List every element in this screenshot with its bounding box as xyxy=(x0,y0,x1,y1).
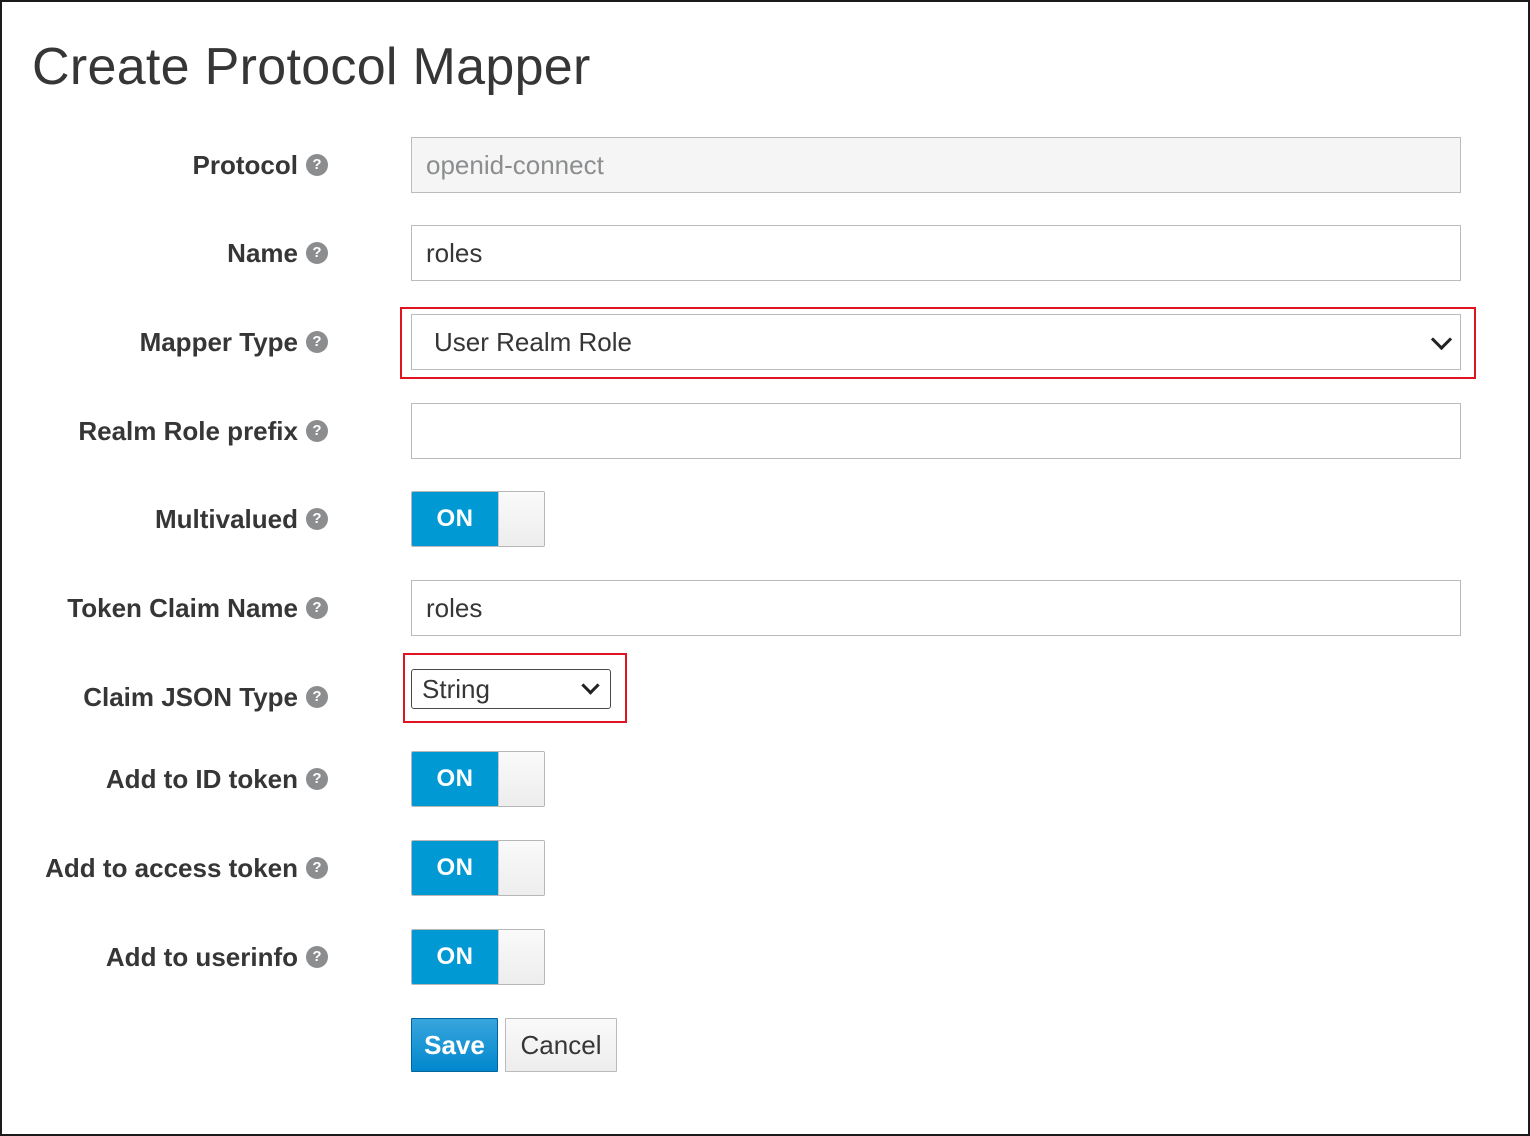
claim-json-type-select[interactable]: String xyxy=(411,669,611,709)
protocol-field: openid-connect xyxy=(411,137,1461,193)
protocol-label: Protocol xyxy=(192,149,298,180)
multivalued-toggle[interactable]: ON xyxy=(411,491,545,547)
save-button[interactable]: Save xyxy=(411,1018,498,1072)
add-to-userinfo-label-group: Add to userinfo ? xyxy=(106,929,328,985)
form-actions: Save Cancel xyxy=(2,1018,1528,1074)
claim-json-type-selected: String xyxy=(422,673,490,704)
add-to-id-token-toggle[interactable]: ON xyxy=(411,751,545,807)
name-row: Name ? roles xyxy=(2,225,1528,281)
help-icon[interactable]: ? xyxy=(306,420,328,442)
realm-role-prefix-row: Realm Role prefix ? xyxy=(2,403,1528,459)
realm-role-prefix-input[interactable] xyxy=(411,403,1461,459)
add-to-access-token-toggle[interactable]: ON xyxy=(411,840,545,896)
multivalued-label: Multivalued xyxy=(154,503,298,534)
add-to-access-token-label: Add to access token xyxy=(45,852,298,883)
chevron-down-icon xyxy=(1430,328,1453,351)
help-icon[interactable]: ? xyxy=(306,331,328,353)
help-icon[interactable]: ? xyxy=(306,242,328,264)
multivalued-row: Multivalued ? ON xyxy=(2,491,1528,547)
protocol-row: Protocol ? openid-connect xyxy=(2,137,1528,193)
toggle-knob xyxy=(498,492,544,546)
toggle-on-label: ON xyxy=(412,492,498,546)
add-to-userinfo-toggle[interactable]: ON xyxy=(411,929,545,985)
help-icon[interactable]: ? xyxy=(306,686,328,708)
add-to-id-token-label-group: Add to ID token ? xyxy=(106,751,328,807)
add-to-id-token-label: Add to ID token xyxy=(105,763,298,794)
toggle-on-label: ON xyxy=(412,841,498,895)
add-to-userinfo-row: Add to userinfo ? ON xyxy=(2,929,1528,985)
claim-json-type-label-group: Claim JSON Type ? xyxy=(83,669,328,725)
multivalued-label-group: Multivalued ? xyxy=(155,491,328,547)
mapper-type-label-group: Mapper Type ? xyxy=(140,314,328,370)
realm-role-prefix-label: Realm Role prefix xyxy=(78,415,298,446)
add-to-userinfo-label: Add to userinfo xyxy=(105,941,298,972)
toggle-knob xyxy=(498,841,544,895)
mapper-type-selected: User Realm Role xyxy=(434,326,632,357)
token-claim-name-label: Token Claim Name xyxy=(67,592,298,623)
help-icon[interactable]: ? xyxy=(306,768,328,790)
help-icon[interactable]: ? xyxy=(306,154,328,176)
toggle-knob xyxy=(498,930,544,984)
help-icon[interactable]: ? xyxy=(306,597,328,619)
mapper-type-select[interactable]: User Realm Role xyxy=(411,314,1461,370)
help-icon[interactable]: ? xyxy=(306,857,328,879)
claim-json-type-label: Claim JSON Type xyxy=(83,681,298,712)
claim-json-type-row: Claim JSON Type ? String xyxy=(2,669,1528,725)
chevron-down-icon xyxy=(581,676,600,695)
protocol-label-group: Protocol ? xyxy=(193,137,328,193)
mapper-type-label: Mapper Type xyxy=(139,326,298,357)
dialog-frame: Create Protocol Mapper Protocol ? openid… xyxy=(0,0,1530,1136)
help-icon[interactable]: ? xyxy=(306,946,328,968)
cancel-button[interactable]: Cancel xyxy=(505,1018,617,1072)
token-claim-name-input[interactable]: roles xyxy=(411,580,1461,636)
token-claim-name-label-group: Token Claim Name ? xyxy=(67,580,328,636)
help-icon[interactable]: ? xyxy=(306,508,328,530)
add-to-access-token-label-group: Add to access token ? xyxy=(45,840,328,896)
add-to-id-token-row: Add to ID token ? ON xyxy=(2,751,1528,807)
mapper-type-row: Mapper Type ? User Realm Role xyxy=(2,314,1528,370)
realm-role-prefix-label-group: Realm Role prefix ? xyxy=(78,403,328,459)
add-to-access-token-row: Add to access token ? ON xyxy=(2,840,1528,896)
name-input[interactable]: roles xyxy=(411,225,1461,281)
token-claim-name-row: Token Claim Name ? roles xyxy=(2,580,1528,636)
toggle-on-label: ON xyxy=(412,752,498,806)
name-label: Name xyxy=(227,237,298,268)
page-title: Create Protocol Mapper xyxy=(32,38,591,96)
toggle-knob xyxy=(498,752,544,806)
name-label-group: Name ? xyxy=(227,225,328,281)
toggle-on-label: ON xyxy=(412,930,498,984)
